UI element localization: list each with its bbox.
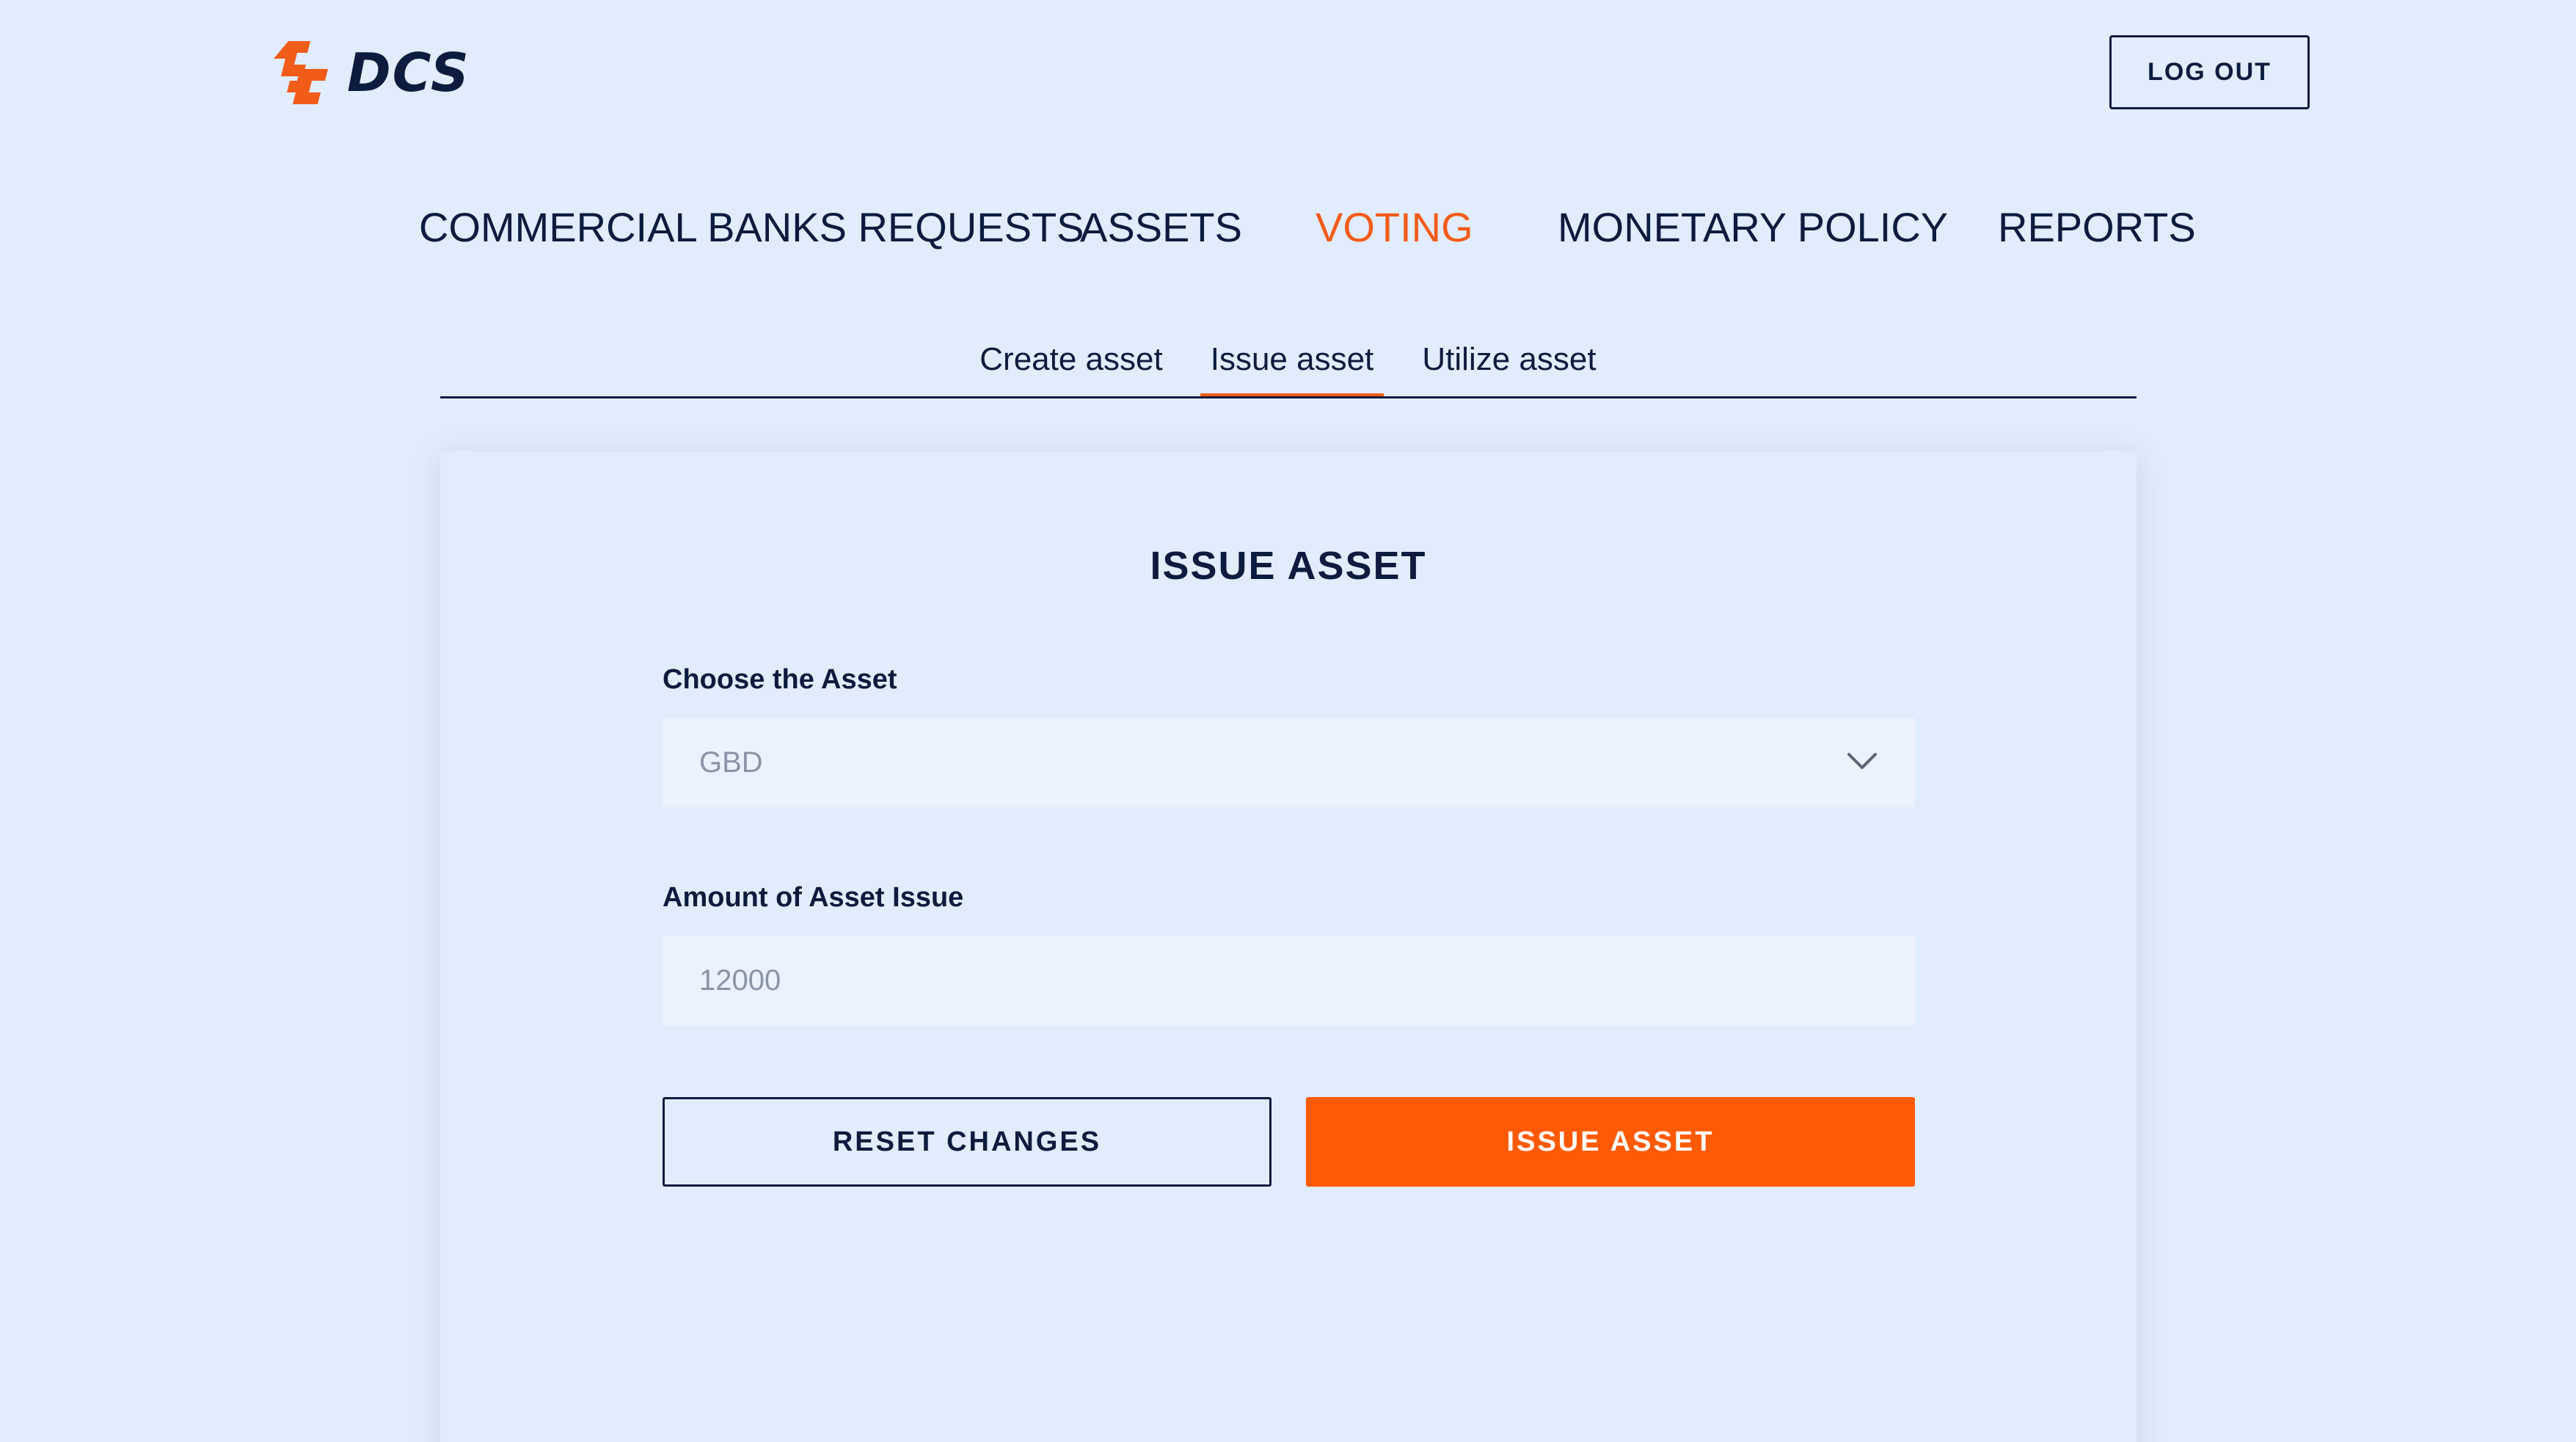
amount-input[interactable]: 12000	[663, 936, 1915, 1025]
nav-item-commercial-banks-requests[interactable]: COMMERCIAL BANKS REQUESTS	[419, 198, 1084, 257]
logout-button[interactable]: LOG OUT	[2109, 35, 2310, 109]
nav-item-monetary-policy[interactable]: MONETARY POLICY	[1558, 198, 1948, 257]
tab-utilize-asset[interactable]: Utilize asset	[1417, 334, 1601, 396]
tab-issue-asset[interactable]: Issue asset	[1200, 334, 1384, 398]
card-title: ISSUE ASSET	[1150, 544, 1427, 588]
asset-select-value: GBD	[699, 746, 763, 779]
chevron-down-icon	[1847, 753, 1877, 769]
asset-select[interactable]: GBD	[663, 718, 1915, 807]
sub-tabs: Create asset Issue asset Utilize asset	[440, 334, 2137, 398]
nav-item-voting[interactable]: VOTING	[1316, 198, 1473, 257]
main-nav: COMMERCIAL BANKS REQUESTS ASSETS VOTING …	[0, 198, 2576, 257]
asset-select-label: Choose the Asset	[663, 664, 897, 695]
issue-asset-card: ISSUE ASSET Choose the Asset GBD Amount …	[440, 451, 2137, 1442]
amount-field-label: Amount of Asset Issue	[663, 882, 964, 913]
nav-item-assets[interactable]: ASSETS	[1080, 198, 1242, 257]
tabs-divider	[440, 396, 2137, 398]
reset-changes-button[interactable]: RESET CHANGES	[663, 1097, 1271, 1187]
brand-logo[interactable]: DCS	[268, 37, 470, 109]
brand-name: DCS	[347, 42, 470, 103]
tab-create-asset[interactable]: Create asset	[976, 334, 1167, 396]
amount-input-value: 12000	[699, 964, 781, 997]
page: DCS LOG OUT COMMERCIAL BANKS REQUESTS AS…	[0, 0, 2576, 1442]
issue-asset-button[interactable]: ISSUE ASSET	[1306, 1097, 1915, 1187]
nav-item-reports[interactable]: REPORTS	[1998, 198, 2196, 257]
dcs-logo-icon	[274, 41, 328, 104]
